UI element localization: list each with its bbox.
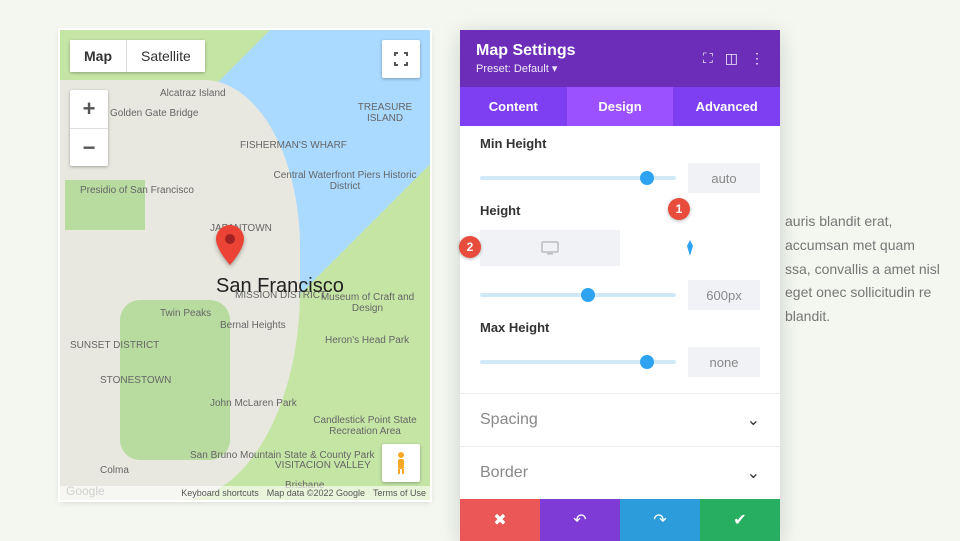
- background-lorem-text: auris blandit erat, accumsan met quam ss…: [785, 210, 940, 329]
- undo-icon: ↶: [573, 510, 586, 530]
- fullscreen-button[interactable]: [382, 40, 420, 78]
- keyboard-shortcuts-link[interactable]: Keyboard shortcuts: [181, 488, 259, 498]
- panel-title: Map Settings: [476, 42, 576, 60]
- responsive-tabs: [480, 230, 760, 266]
- map-place-label: Heron's Head Park: [325, 335, 409, 346]
- map-place-label: Twin Peaks: [160, 308, 211, 319]
- desktop-tab[interactable]: [480, 230, 620, 266]
- map-place-label: STONESTOWN: [100, 375, 171, 386]
- annotation-2: 2: [459, 236, 481, 258]
- redo-icon: ↷: [653, 510, 666, 530]
- max-height-field: Max Height: [480, 320, 760, 377]
- zoom-out-button[interactable]: −: [70, 128, 108, 166]
- tab-content[interactable]: Content: [460, 87, 567, 126]
- map-place-label: Candlestick Point State Recreation Area: [300, 415, 430, 437]
- border-label: Border: [480, 464, 528, 482]
- border-accordion[interactable]: Border ⌄: [460, 446, 780, 499]
- height-slider[interactable]: [480, 293, 676, 297]
- spacing-label: Spacing: [480, 411, 538, 429]
- map-footer: Keyboard shortcuts Map data ©2022 Google…: [60, 486, 430, 500]
- map-place-label: FISHERMAN'S WHARF: [240, 140, 347, 151]
- map-data-label: Map data ©2022 Google: [267, 488, 365, 498]
- pin-icon: [684, 240, 696, 256]
- min-height-label: Min Height: [480, 136, 760, 151]
- map-place-label: Central Waterfront Piers Historic Distri…: [260, 170, 430, 192]
- redo-button[interactable]: ↷: [620, 499, 700, 541]
- save-button[interactable]: ✔: [700, 499, 780, 541]
- map-place-label: SUNSET DISTRICT: [70, 340, 159, 351]
- map-widget: Map Satellite + − Alcatraz Island TREASU…: [60, 30, 430, 500]
- max-height-slider[interactable]: [480, 360, 676, 364]
- tab-design[interactable]: Design: [567, 87, 674, 126]
- map-type-control: Map Satellite: [70, 40, 205, 72]
- chevron-down-icon: ⌄: [747, 410, 760, 430]
- fullscreen-icon: [394, 52, 408, 66]
- map-place-label: VISITACION VALLEY: [275, 460, 371, 471]
- panel-tabs: Content Design Advanced: [460, 87, 780, 126]
- preset-selector[interactable]: Preset: Default ▾: [476, 62, 576, 75]
- map-place-label: TREASURE ISLAND: [340, 102, 430, 124]
- height-field: Height: [480, 203, 760, 310]
- min-height-field: Min Height: [480, 136, 760, 193]
- min-height-slider[interactable]: [480, 176, 676, 180]
- height-label: Height: [480, 203, 760, 218]
- undo-button[interactable]: ↶: [540, 499, 620, 541]
- check-icon: ✔: [733, 510, 746, 530]
- min-height-input[interactable]: [688, 163, 760, 193]
- panel-header: Map Settings Preset: Default ▾ ⛶ ◫ ⋮: [460, 30, 780, 87]
- max-height-label: Max Height: [480, 320, 760, 335]
- spacing-accordion[interactable]: Spacing ⌄: [460, 393, 780, 446]
- zoom-in-button[interactable]: +: [70, 90, 108, 128]
- map-place-label: John McLaren Park: [210, 398, 297, 409]
- map-place-label: Presidio of San Francisco: [80, 185, 194, 196]
- panel-header-actions: ⛶ ◫ ⋮: [703, 50, 764, 67]
- expand-icon[interactable]: ⛶: [703, 50, 713, 67]
- annotation-1: 1: [668, 198, 690, 220]
- map-place-label: Colma: [100, 465, 129, 476]
- desktop-icon: [541, 241, 559, 255]
- zoom-control: + −: [70, 90, 108, 166]
- terms-link[interactable]: Terms of Use: [373, 488, 426, 498]
- map-marker-icon[interactable]: [216, 225, 244, 270]
- pegman-icon: [393, 451, 409, 475]
- city-label: San Francisco: [216, 275, 344, 298]
- menu-icon[interactable]: ⋮: [750, 50, 764, 67]
- hover-tab[interactable]: [620, 230, 760, 266]
- map-type-map[interactable]: Map: [70, 40, 126, 72]
- panel-body: Min Height Height Max Height: [460, 126, 780, 393]
- close-button[interactable]: ✖: [460, 499, 540, 541]
- max-height-input[interactable]: [688, 347, 760, 377]
- chevron-down-icon: ⌄: [747, 463, 760, 483]
- height-input[interactable]: [688, 280, 760, 310]
- pegman-button[interactable]: [382, 444, 420, 482]
- map-settings-panel: Map Settings Preset: Default ▾ ⛶ ◫ ⋮ Con…: [460, 30, 780, 541]
- map-type-satellite[interactable]: Satellite: [126, 40, 205, 72]
- map-place-label: Alcatraz Island: [160, 88, 226, 99]
- tab-advanced[interactable]: Advanced: [673, 87, 780, 126]
- drag-icon[interactable]: ◫: [725, 50, 738, 67]
- map-place-label: Bernal Heights: [220, 320, 286, 331]
- close-icon: ✖: [493, 510, 506, 530]
- panel-action-bar: ✖ ↶ ↷ ✔: [460, 499, 780, 541]
- map-place-label: Golden Gate Bridge: [110, 108, 198, 119]
